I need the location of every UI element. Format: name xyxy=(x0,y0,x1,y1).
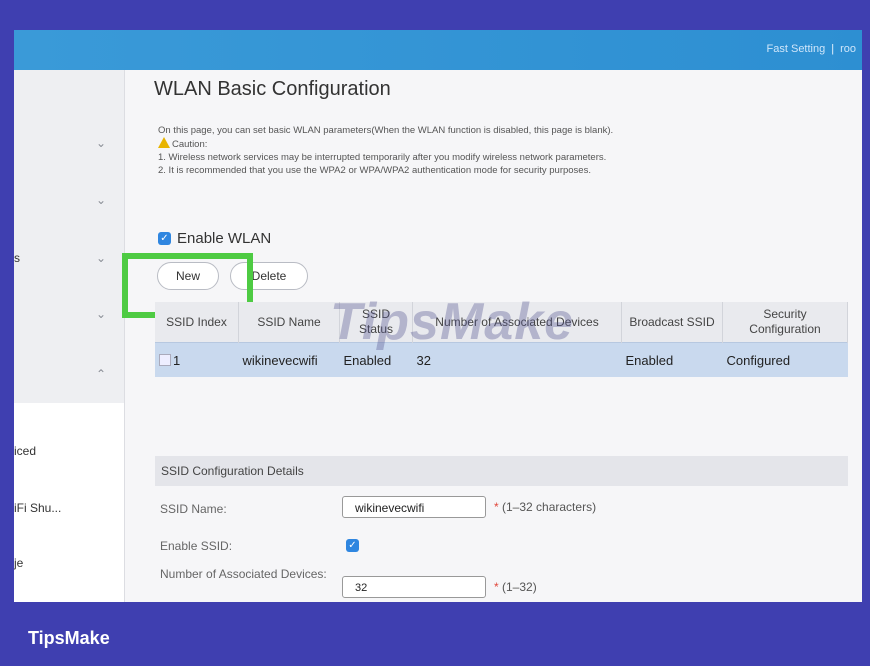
associated-devices-label: Number of Associated Devices: xyxy=(160,567,327,581)
submenu-item-wifi-shutdown[interactable]: iFi Shu... xyxy=(14,501,61,515)
user-link[interactable]: roo xyxy=(840,43,856,55)
ssid-config-header: SSID Configuration Details xyxy=(155,456,848,486)
col-ssid-index: SSID Index xyxy=(155,302,239,343)
warning-icon xyxy=(158,137,170,148)
sidebar-item-3-chevron-icon[interactable]: ⌄ xyxy=(96,251,106,265)
col-security-configuration: Security Configuration xyxy=(722,302,848,343)
top-bar: Fast Setting | roo xyxy=(14,30,862,70)
top-links: Fast Setting | roo xyxy=(767,43,856,55)
sidebar-item-3-label[interactable]: s xyxy=(14,251,20,265)
cell-security-configuration: Configured xyxy=(722,342,848,377)
submenu-item-advanced[interactable]: iced xyxy=(14,444,36,458)
ssid-name-input[interactable]: wikinevecwifi xyxy=(342,496,486,518)
fast-setting-link[interactable]: Fast Setting xyxy=(767,43,826,55)
sidebar-item-2-chevron-icon[interactable]: ⌄ xyxy=(96,193,106,207)
associated-devices-hint: * (1–32) xyxy=(494,580,537,594)
col-ssid-name: SSID Name xyxy=(238,302,340,343)
enable-ssid-checkbox[interactable]: ✓ xyxy=(346,539,359,552)
sidebar-item-5-chevron-icon[interactable]: ⌃ xyxy=(96,367,106,381)
cell-ssid-name: wikinevecwifi xyxy=(238,342,340,377)
associated-devices-input[interactable]: 32 xyxy=(342,576,486,598)
caution-label: Caution: xyxy=(172,139,208,150)
sidebar-item-1-chevron-icon[interactable]: ⌄ xyxy=(96,136,106,150)
ssid-name-hint-text: (1–32 characters) xyxy=(502,500,597,514)
sidebar: ⌄ ⌄ s ⌄ ⌄ ⌃ iced iFi Shu... je xyxy=(14,70,125,602)
ssid-index-value: 1 xyxy=(173,352,181,368)
row-checkbox[interactable] xyxy=(159,353,171,366)
associated-devices-hint-text: (1–32) xyxy=(502,580,537,594)
sidebar-submenu: iced iFi Shu... je xyxy=(14,403,124,602)
intro-text: On this page, you can set basic WLAN par… xyxy=(158,125,614,136)
caution-line: Caution: xyxy=(158,137,848,151)
enable-wlan-row[interactable]: ✓ Enable WLAN xyxy=(158,230,271,247)
required-mark-2: * xyxy=(494,580,499,594)
page-title-text: WLAN Basic Configuration xyxy=(154,78,391,100)
watermark: TipsMake xyxy=(330,293,575,351)
required-mark: * xyxy=(494,500,499,514)
router-admin-window: Fast Setting | roo ⌄ ⌄ s ⌄ ⌄ ⌃ iced iFi … xyxy=(14,30,862,602)
enable-ssid-label: Enable SSID: xyxy=(160,539,233,553)
top-separator: | xyxy=(831,43,835,55)
ssid-name-hint: * (1–32 characters) xyxy=(494,500,596,514)
submenu-item-3[interactable]: je xyxy=(14,556,23,570)
brand-logo-text: TipsMake xyxy=(28,628,110,648)
note-2: 2. It is recommended that you use the WP… xyxy=(158,165,591,176)
info-block: On this page, you can set basic WLAN par… xyxy=(158,124,848,177)
cell-ssid-index[interactable]: 1 xyxy=(155,342,239,377)
cell-broadcast-ssid: Enabled xyxy=(621,342,723,377)
enable-wlan-label: Enable WLAN xyxy=(177,230,272,247)
col-broadcast-ssid: Broadcast SSID xyxy=(621,302,723,343)
note-1: 1. Wireless network services may be inte… xyxy=(158,152,607,163)
sidebar-item-4-chevron-icon[interactable]: ⌄ xyxy=(96,307,106,321)
ssid-name-label: SSID Name: xyxy=(160,502,227,516)
enable-wlan-checkbox[interactable]: ✓ xyxy=(158,232,171,245)
